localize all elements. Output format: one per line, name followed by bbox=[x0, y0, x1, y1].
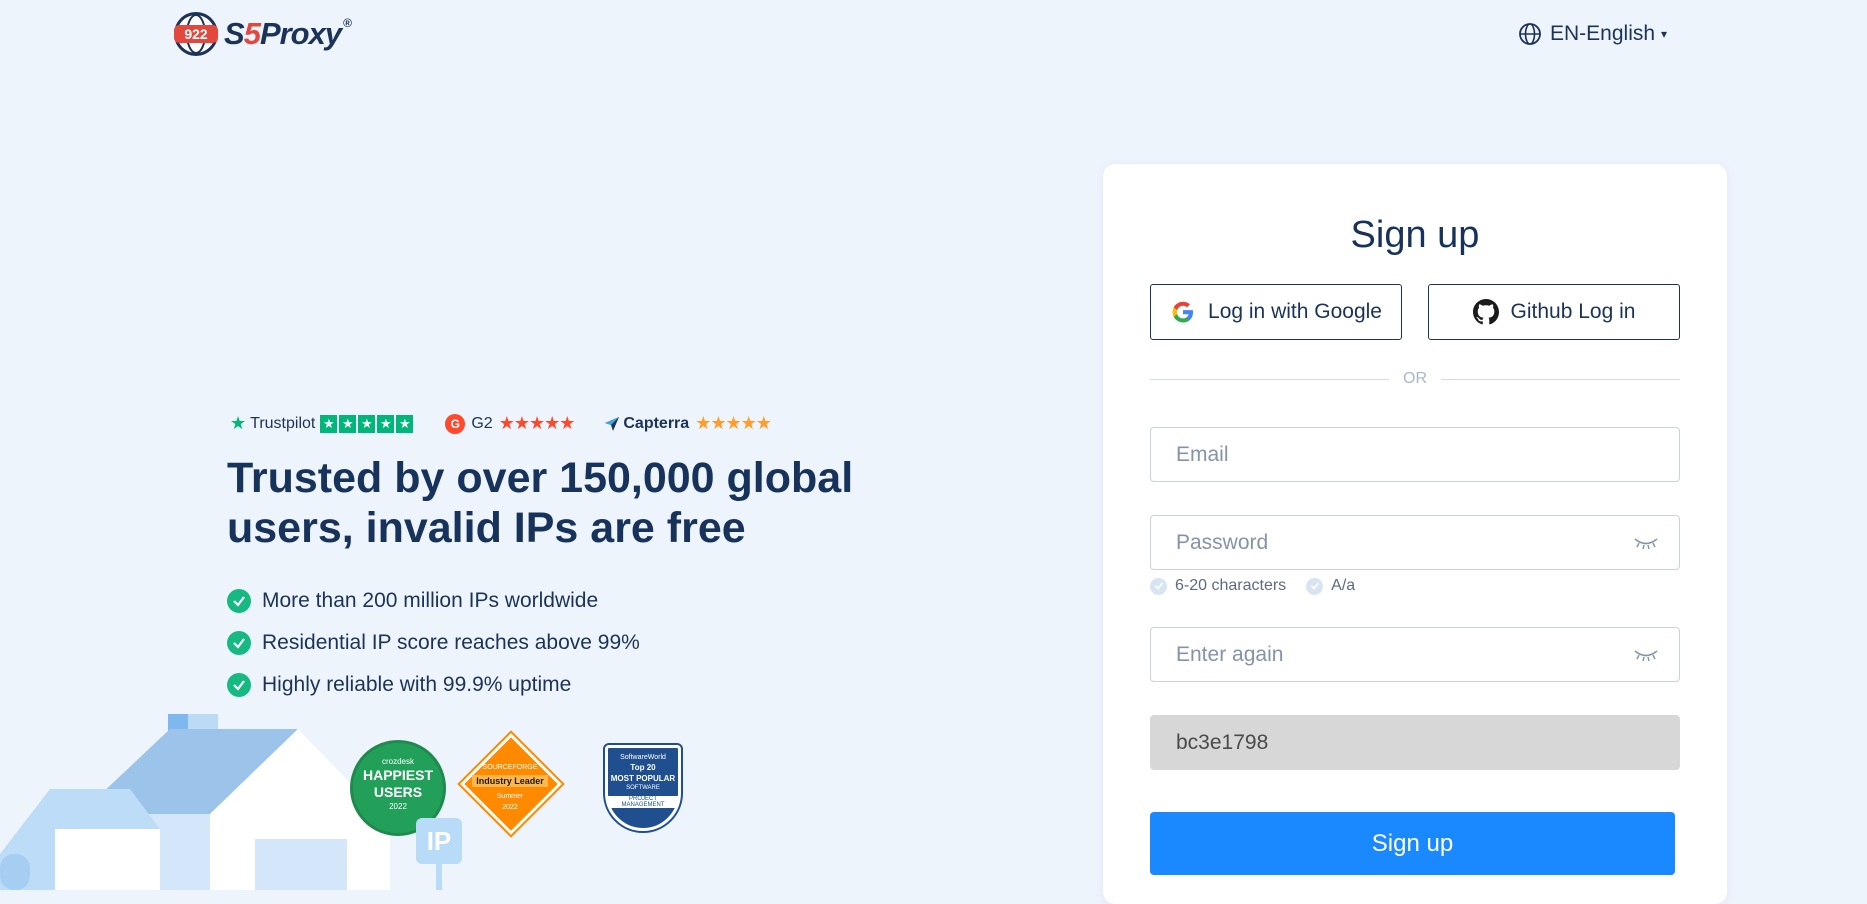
email-field[interactable]: Email bbox=[1150, 427, 1680, 482]
invite-code-field[interactable]: bc3e1798 bbox=[1150, 715, 1680, 770]
or-divider: OR bbox=[1150, 369, 1680, 389]
github-login-label: Github Log in bbox=[1510, 300, 1636, 323]
capterra-label: Capterra bbox=[623, 414, 690, 432]
language-selector[interactable]: EN-English ▾ bbox=[1518, 18, 1667, 50]
eye-closed-icon[interactable] bbox=[1633, 536, 1659, 550]
capterra-rating: Capterra ★★★★★ bbox=[604, 413, 772, 434]
g2-rating: G G2 ★★★★★ bbox=[445, 413, 576, 434]
eye-closed-icon[interactable] bbox=[1633, 648, 1659, 662]
feature-item: Residential IP score reaches above 99% bbox=[227, 622, 640, 664]
feature-list: More than 200 million IPs worldwide Resi… bbox=[227, 580, 640, 706]
feature-text: Residential IP score reaches above 99% bbox=[262, 631, 640, 654]
globe-icon bbox=[1519, 23, 1541, 45]
github-login-button[interactable]: Github Log in bbox=[1428, 284, 1680, 340]
rating-strip: ★ Trustpilot ★ ★ ★ ★ ★ G G2 ★★★★★ Capterra ★… bbox=[230, 413, 801, 434]
logo-globe-icon: 922 bbox=[174, 12, 218, 56]
signup-card: Sign up Log in with Google Github Log in… bbox=[1103, 164, 1727, 904]
confirm-password-placeholder: Enter again bbox=[1176, 642, 1284, 666]
sourceforge-badge: SOURCEFORGE Industry Leader Summer 2022 bbox=[462, 746, 558, 834]
trustpilot-stars: ★ ★ ★ ★ ★ bbox=[320, 414, 415, 433]
email-placeholder: Email bbox=[1176, 442, 1229, 466]
softwareworld-badge: SoftwareWorld Top 20 MOST POPULAR SOFTWA… bbox=[603, 743, 683, 833]
capterra-logo-icon bbox=[605, 416, 620, 431]
google-icon bbox=[1172, 301, 1194, 323]
feature-text: More than 200 million IPs worldwide bbox=[262, 589, 599, 612]
g2-stars: ★★★★★ bbox=[498, 413, 576, 433]
capterra-stars: ★★★★★ bbox=[695, 413, 772, 433]
trustpilot-rating: ★ Trustpilot ★ ★ ★ ★ ★ bbox=[230, 413, 415, 434]
hero-headline: Trusted by over 150,000 global users, in… bbox=[227, 454, 854, 552]
check-circle-icon bbox=[227, 589, 251, 613]
google-login-label: Log in with Google bbox=[1208, 300, 1382, 323]
check-circle-icon bbox=[1150, 577, 1167, 595]
confirm-password-field[interactable]: Enter again bbox=[1150, 627, 1680, 682]
ip-sign: IP bbox=[416, 818, 462, 864]
signup-title: Sign up bbox=[1350, 214, 1480, 256]
logo-badge-text: 922 bbox=[184, 26, 208, 42]
trustpilot-star-icon: ★ bbox=[230, 413, 247, 433]
signup-submit-button[interactable]: Sign up bbox=[1150, 812, 1675, 875]
invite-code-value: bc3e1798 bbox=[1176, 730, 1269, 754]
ip-sign-pole bbox=[436, 864, 442, 890]
length-requirement: 6-20 characters bbox=[1150, 577, 1286, 595]
logo-wordmark: S5Proxy ® bbox=[224, 16, 352, 51]
g2-label: G2 bbox=[471, 414, 493, 432]
language-label: EN-English bbox=[1550, 22, 1656, 45]
google-login-button[interactable]: Log in with Google bbox=[1150, 284, 1402, 340]
or-text: OR bbox=[1403, 370, 1427, 387]
github-icon bbox=[1472, 299, 1499, 325]
feature-item: More than 200 million IPs worldwide bbox=[227, 580, 640, 622]
check-circle-icon bbox=[1306, 577, 1324, 595]
check-circle-icon bbox=[227, 673, 251, 697]
password-field[interactable]: Password bbox=[1150, 515, 1680, 570]
check-circle-icon bbox=[227, 631, 251, 655]
password-requirements: 6-20 characters A/a bbox=[1150, 577, 1375, 595]
password-placeholder: Password bbox=[1176, 530, 1269, 554]
feature-text: Highly reliable with 99.9% uptime bbox=[262, 673, 572, 696]
g2-logo-icon: G bbox=[445, 413, 466, 434]
case-requirement: A/a bbox=[1306, 577, 1355, 595]
logo[interactable]: 922 S5Proxy ® bbox=[172, 10, 352, 58]
trustpilot-label: Trustpilot bbox=[250, 414, 316, 432]
feature-item: Highly reliable with 99.9% uptime bbox=[227, 664, 640, 706]
chevron-down-icon: ▾ bbox=[1661, 27, 1668, 41]
